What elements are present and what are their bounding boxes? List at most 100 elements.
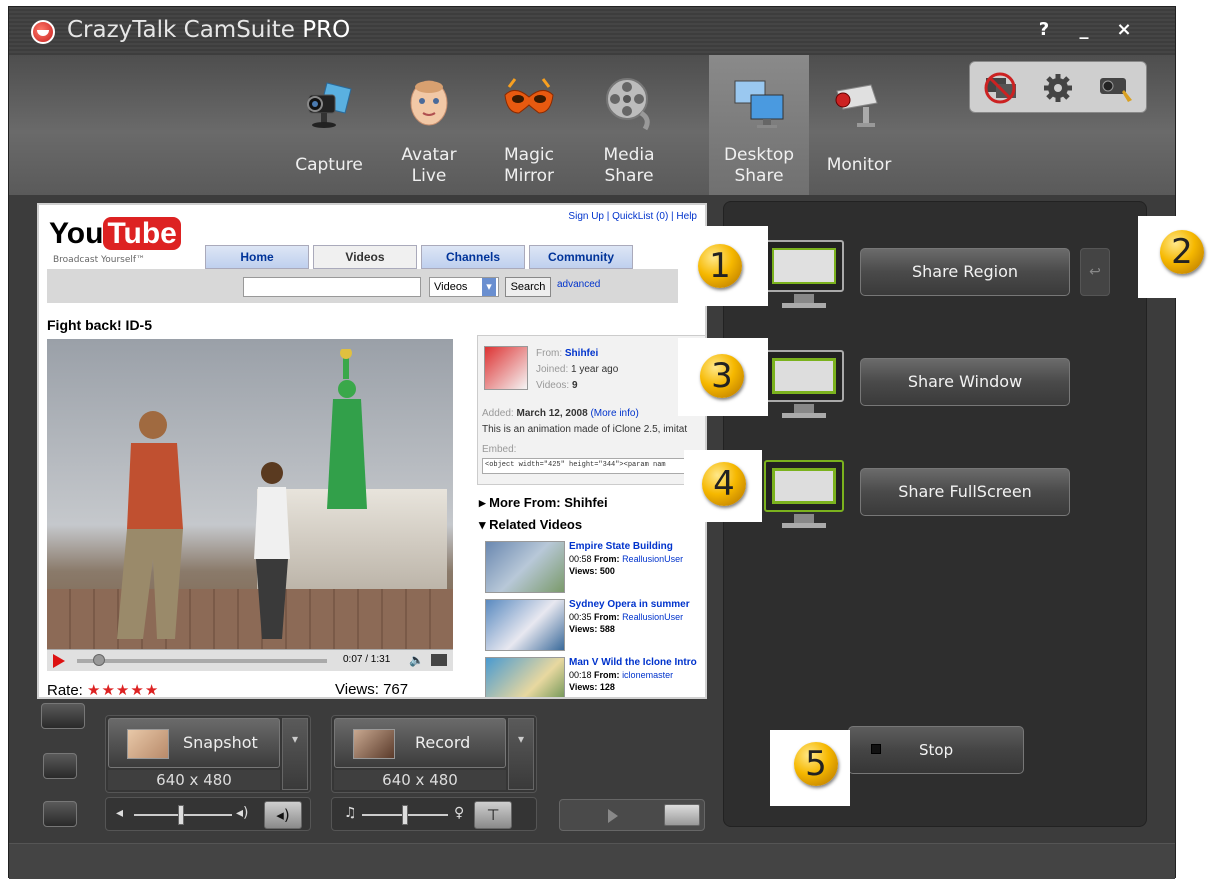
record-resolution: 640 x 480 <box>334 770 506 790</box>
from-user[interactable]: Shihfei <box>565 348 598 359</box>
share-window-button[interactable]: Share Window <box>860 358 1070 406</box>
mixer-button[interactable]: ⊤ <box>474 801 512 829</box>
volume-high-icon: ◂) <box>236 805 249 821</box>
camera-source-icon[interactable] <box>41 703 85 729</box>
folder-icon[interactable] <box>664 804 700 826</box>
help-button[interactable]: ? <box>1033 19 1055 40</box>
callout-badge-1: 1 <box>698 244 742 288</box>
related-views: Views: 128 <box>569 682 615 692</box>
related-thumbnail[interactable] <box>485 599 565 651</box>
callout-badge-4: 4 <box>702 462 746 506</box>
volume-low-icon: ◂ <box>116 805 124 821</box>
fullscreen-icon[interactable] <box>431 654 447 666</box>
mode-desktop-share[interactable]: Desktop Share <box>709 55 809 195</box>
video-player[interactable] <box>47 339 453 649</box>
gear-icon[interactable] <box>1038 70 1078 106</box>
uploader-avatar[interactable] <box>484 346 528 390</box>
youtube-tab-videos[interactable]: Videos <box>313 245 417 269</box>
more-from-heading[interactable]: ▸ More From: Shihfei <box>479 495 608 511</box>
share-fullscreen-button[interactable]: Share FullScreen <box>860 468 1070 516</box>
minimize-button[interactable]: _ <box>1073 19 1095 40</box>
playback-play-icon[interactable] <box>608 809 618 823</box>
record-thumbnail <box>353 729 395 759</box>
related-heading[interactable]: ▾ Related Videos <box>479 517 582 533</box>
youtube-search-button[interactable]: Search <box>505 277 551 297</box>
snapshot-button[interactable]: Snapshot <box>108 718 280 768</box>
youtube-tab-home[interactable]: Home <box>205 245 309 269</box>
video-controls: 0:07 / 1:31 🔈 <box>47 649 453 671</box>
callout-badge-2: 2 <box>1160 230 1204 274</box>
volume-row: ◂ ◂) ◂) <box>105 797 311 831</box>
mode-capture[interactable]: Capture <box>279 55 379 195</box>
related-from[interactable]: ReallusionUser <box>622 554 683 564</box>
mask-icon <box>504 78 554 114</box>
volume-slider-knob[interactable] <box>178 805 184 825</box>
related-video-item[interactable]: Man V Wild the Iclone Intro 00:18 From: … <box>485 657 705 697</box>
record-dropdown[interactable]: ▾ <box>508 718 534 790</box>
speaker-icon[interactable]: 🔈 <box>409 653 424 667</box>
crazytalk-logo-icon <box>31 20 55 44</box>
rating-stars[interactable]: ★★★★★ <box>87 682 159 697</box>
video-time: 0:07 / 1:31 <box>343 654 391 665</box>
related-thumbnail[interactable] <box>485 541 565 593</box>
youtube-search-category[interactable]: Videos <box>429 277 499 297</box>
mode-media-share[interactable]: Media Share <box>579 55 679 195</box>
snapshot-resolution: 640 x 480 <box>108 770 280 790</box>
related-from[interactable]: ReallusionUser <box>622 612 683 622</box>
callout-badge-3: 3 <box>700 354 744 398</box>
share-fullscreen-monitor-icon[interactable] <box>764 460 844 530</box>
youtube-top-links[interactable]: Sign Up | QuickList (0) | Help <box>568 211 697 222</box>
youtube-logo-tube: Tube <box>103 217 181 250</box>
views-label: Views: <box>335 681 379 698</box>
more-from-text: More From: Shihfei <box>489 495 608 510</box>
no-sharing-icon[interactable] <box>980 70 1020 106</box>
embed-code-field[interactable]: <object width="425" height="344"><param … <box>482 458 705 474</box>
share-window-inner <box>772 358 836 394</box>
image-overlay-icon[interactable] <box>43 801 77 827</box>
related-duration: 00:35 <box>569 612 592 622</box>
related-from[interactable]: iclonemaster <box>622 670 673 680</box>
related-meta: 00:35 From: ReallusionUser <box>569 612 683 622</box>
mode-magic-mirror[interactable]: Magic Mirror <box>479 55 579 195</box>
camera-settings-icon[interactable] <box>1096 70 1136 106</box>
play-icon[interactable] <box>53 654 65 668</box>
share-region-button[interactable]: Share Region <box>860 248 1070 296</box>
youtube-tab-channels[interactable]: Channels <box>421 245 525 269</box>
webcam-icon <box>307 82 352 128</box>
share-region-monitor-icon[interactable] <box>764 240 844 310</box>
region-reset-button[interactable]: ↩ <box>1080 248 1110 296</box>
close-button[interactable]: × <box>1113 19 1135 40</box>
related-meta: 00:58 From: ReallusionUser <box>569 554 683 564</box>
related-title[interactable]: Empire State Building <box>569 541 673 552</box>
share-window-monitor-icon[interactable] <box>764 350 844 420</box>
youtube-advanced-link[interactable]: advanced <box>557 279 600 290</box>
text-tool-icon[interactable] <box>43 753 77 779</box>
mode-avatar-live[interactable]: Avatar Live <box>379 55 479 195</box>
youtube-tab-community[interactable]: Community <box>529 245 633 269</box>
embed-label: Embed: <box>482 444 517 455</box>
mic-slider-knob[interactable] <box>402 805 408 825</box>
more-info-link[interactable]: (More info) <box>590 408 638 419</box>
snapshot-thumbnail <box>127 729 169 759</box>
stop-button[interactable]: Stop <box>848 726 1024 774</box>
related-video-item[interactable]: Empire State Building 00:58 From: Reallu… <box>485 541 705 595</box>
related-video-item[interactable]: Sydney Opera in summer 00:35 From: Reall… <box>485 599 705 653</box>
record-button[interactable]: Record <box>334 718 506 768</box>
related-from-label: From: <box>594 612 620 622</box>
baby-face-icon <box>410 80 448 126</box>
snapshot-dropdown[interactable]: ▾ <box>282 718 308 790</box>
video-scrubber[interactable] <box>77 659 327 663</box>
youtube-search-input[interactable] <box>243 277 421 297</box>
related-duration: 00:58 <box>569 554 592 564</box>
share-window-screen <box>764 350 844 402</box>
video-title: Fight back! ID-5 <box>47 317 153 333</box>
mode-toolbar: Capture Avatar Live Magic Mirror Media S… <box>9 55 1175 195</box>
speaker-toggle-button[interactable]: ◂) <box>264 801 302 829</box>
playback-bar <box>559 799 705 831</box>
mode-avatar-live-label: Avatar Live <box>401 145 457 186</box>
related-title[interactable]: Sydney Opera in summer <box>569 599 690 610</box>
mode-monitor[interactable]: Monitor <box>809 55 909 195</box>
related-title[interactable]: Man V Wild the Iclone Intro <box>569 657 697 668</box>
related-thumbnail[interactable] <box>485 657 565 697</box>
scrubber-knob[interactable] <box>93 654 105 666</box>
